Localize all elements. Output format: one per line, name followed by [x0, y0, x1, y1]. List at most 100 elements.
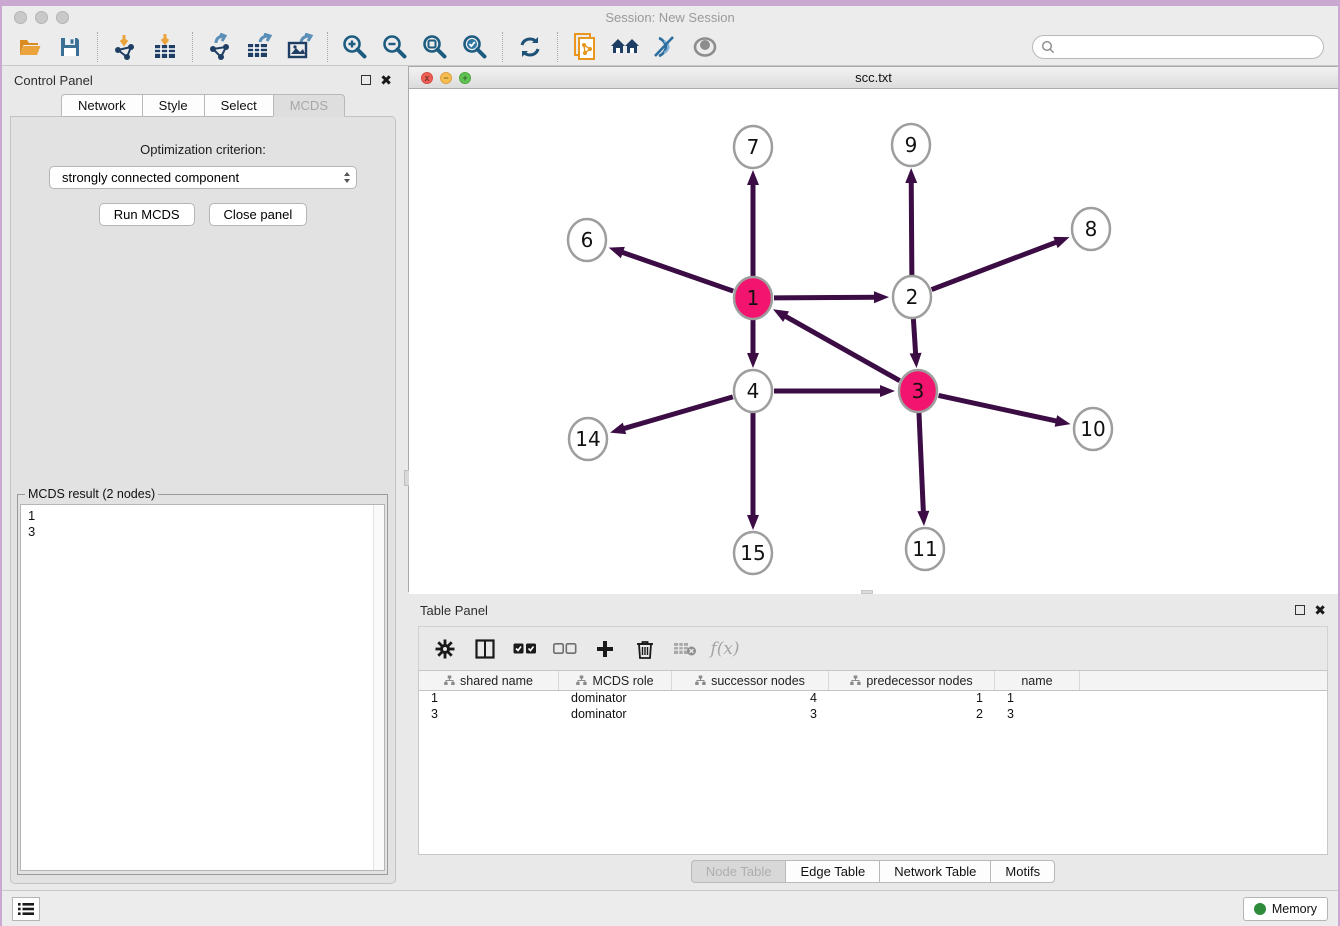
table-tab-edge-table[interactable]: Edge Table [785, 860, 879, 883]
zoom-out-icon[interactable] [375, 30, 415, 64]
network-document-icon[interactable] [565, 30, 605, 64]
table-cell[interactable]: dominator [559, 707, 672, 723]
mcds-result-list[interactable]: 13 [20, 504, 385, 871]
float-table-panel-icon[interactable] [1295, 605, 1305, 615]
toolbar-separator [502, 32, 503, 62]
table-cell[interactable]: dominator [559, 691, 672, 707]
table-cell[interactable]: 3 [995, 707, 1080, 723]
table-cell[interactable]: 3 [419, 707, 559, 723]
table-cell[interactable]: 3 [672, 707, 829, 723]
import-table-icon[interactable] [145, 30, 185, 64]
column-header-name[interactable]: name [995, 671, 1080, 690]
table-panel: Table Panel ✖ [408, 596, 1338, 890]
graph-node-label: 8 [1085, 217, 1098, 241]
table-tab-network-table[interactable]: Network Table [879, 860, 990, 883]
export-image-icon[interactable] [280, 30, 320, 64]
column-header-MCDS-role[interactable]: MCDS role [559, 671, 672, 690]
table-cell[interactable]: 4 [672, 691, 829, 707]
open-folder-icon[interactable] [10, 30, 50, 64]
window-title: Session: New Session [2, 10, 1338, 25]
export-table-icon[interactable] [240, 30, 280, 64]
network-window: x − + scc.txt 7968124314101511 [408, 66, 1338, 592]
column-header-shared-name[interactable]: shared name [419, 671, 559, 690]
table-row[interactable]: 3dominator323 [419, 707, 1327, 723]
edge-2-3[interactable] [913, 318, 915, 355]
show-eye-icon[interactable] [685, 30, 725, 64]
select-stepper-icon [344, 172, 350, 183]
select-all-icon[interactable] [513, 637, 537, 661]
graph-node-label: 2 [906, 285, 919, 309]
edge-2-9[interactable] [911, 181, 912, 276]
search-input-box[interactable] [1032, 35, 1324, 59]
table-cell[interactable]: 1 [419, 691, 559, 707]
refresh-icon[interactable] [510, 30, 550, 64]
network-canvas[interactable]: 7968124314101511 [409, 89, 1338, 594]
graph-node-label: 6 [581, 228, 594, 252]
edge-1-6[interactable] [621, 252, 733, 291]
table-cell[interactable]: 2 [829, 707, 995, 723]
edge-2-8[interactable] [932, 242, 1058, 290]
table-tab-motifs[interactable]: Motifs [990, 860, 1055, 883]
edge-arrowhead [874, 291, 889, 303]
edge-arrowhead [917, 511, 929, 526]
close-panel-icon[interactable]: ✖ [380, 75, 392, 85]
zoom-selected-icon[interactable] [455, 30, 495, 64]
edge-3-11[interactable] [919, 412, 923, 513]
zoom-fit-icon[interactable] [415, 30, 455, 64]
optimization-criterion-label: Optimization criterion: [11, 142, 395, 157]
control-tab-style[interactable]: Style [142, 94, 204, 117]
deselect-all-icon[interactable] [553, 637, 577, 661]
import-network-icon[interactable] [105, 30, 145, 64]
table-cell[interactable]: 1 [829, 691, 995, 707]
close-panel-button[interactable]: Close panel [209, 203, 308, 226]
search-input[interactable] [1060, 40, 1315, 54]
control-panel-title: Control Panel [14, 73, 93, 88]
column-header-predecessor-nodes[interactable]: predecessor nodes [829, 671, 995, 690]
add-column-icon[interactable] [593, 637, 617, 661]
panel-splitter[interactable] [404, 66, 408, 890]
close-table-panel-icon[interactable]: ✖ [1314, 605, 1326, 615]
delete-trash-icon[interactable] [633, 637, 657, 661]
save-icon[interactable] [50, 30, 90, 64]
control-tab-network[interactable]: Network [61, 94, 142, 117]
memory-button[interactable]: Memory [1243, 897, 1328, 921]
network-graph[interactable]: 7968124314101511 [409, 89, 1339, 589]
edge-arrowhead [610, 423, 626, 435]
task-history-button[interactable] [12, 897, 40, 921]
delete-table-icon[interactable] [673, 637, 697, 661]
column-header-successor-nodes[interactable]: successor nodes [672, 671, 829, 690]
toolbar-separator [327, 32, 328, 62]
table-row[interactable]: 1dominator411 [419, 691, 1327, 707]
table-body: 1dominator4113dominator323 [419, 691, 1327, 854]
network-window-title: scc.txt [409, 70, 1338, 85]
graph-node-label: 1 [747, 286, 760, 310]
edge-3-1[interactable] [784, 316, 899, 381]
hierarchy-icon [850, 675, 861, 686]
table-settings-gear-icon[interactable] [433, 637, 457, 661]
hide-eye-icon[interactable] [645, 30, 685, 64]
export-network-icon[interactable] [200, 30, 240, 64]
show-columns-icon[interactable] [473, 637, 497, 661]
zoom-in-icon[interactable] [335, 30, 375, 64]
edge-3-10[interactable] [939, 395, 1058, 421]
function-builder-icon[interactable]: f(x) [713, 637, 737, 661]
edge-arrowhead [910, 353, 922, 368]
hierarchy-icon [444, 675, 455, 686]
result-scrollbar-track[interactable] [373, 505, 384, 870]
graph-node-label: 4 [747, 379, 760, 403]
criterion-select[interactable]: strongly connected component [49, 166, 357, 189]
control-tab-mcds[interactable]: MCDS [273, 94, 345, 117]
graph-node-label: 14 [575, 427, 600, 451]
edge-1-2[interactable] [774, 297, 876, 298]
edge-arrowhead [609, 247, 625, 258]
table-cell[interactable]: 1 [995, 691, 1080, 707]
canvas-splitter-grabber[interactable] [861, 590, 873, 594]
control-tab-select[interactable]: Select [204, 94, 273, 117]
toolbar-separator [557, 32, 558, 62]
home-icon[interactable] [605, 30, 645, 64]
column-header-label: successor nodes [711, 674, 805, 688]
float-panel-icon[interactable] [361, 75, 371, 85]
edge-4-14[interactable] [623, 397, 733, 429]
run-mcds-button[interactable]: Run MCDS [99, 203, 195, 226]
table-tab-node-table[interactable]: Node Table [691, 860, 786, 883]
